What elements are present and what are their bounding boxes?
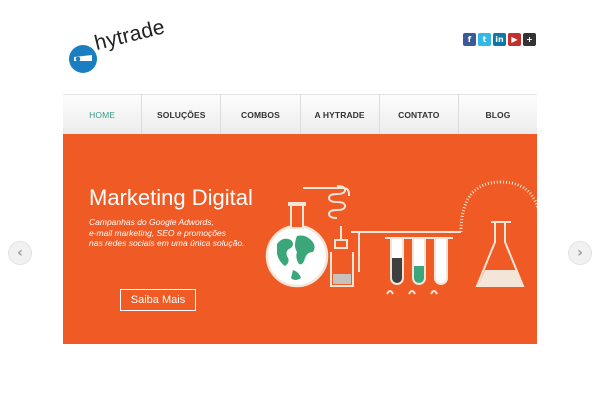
- slide-subtext-line: e-mail marketing, SEO e promoções: [89, 227, 226, 238]
- test-tubes: [385, 237, 453, 295]
- slider-prev-button[interactable]: ‹: [8, 241, 32, 265]
- saiba-mais-button[interactable]: Saiba Mais: [120, 289, 196, 311]
- logo-text: hytrade: [92, 15, 168, 56]
- linkedin-icon[interactable]: in: [493, 33, 506, 46]
- youtube-icon[interactable]: ▶: [508, 33, 521, 46]
- main-nav: HOME SOLUÇÕES COMBOS A HYTRADE CONTATO B…: [63, 94, 537, 135]
- slide-headline: Marketing Digital: [89, 185, 253, 210]
- more-icon[interactable]: +: [523, 33, 536, 46]
- twitter-icon[interactable]: t: [478, 33, 491, 46]
- lab-illustration: [265, 180, 537, 295]
- nav-home[interactable]: HOME: [63, 95, 143, 134]
- hero-slide: Marketing Digital Campanhas do Google Ad…: [63, 134, 537, 344]
- nav-contato[interactable]: CONTATO: [380, 95, 459, 134]
- slide-subtext-line: Campanhas do Google Adwords,: [89, 217, 214, 227]
- logo-mark-icon: [69, 45, 97, 73]
- logo[interactable]: hytrade: [68, 15, 168, 74]
- nav-a-hytrade[interactable]: A HYTRADE: [301, 95, 380, 134]
- slide-subtext: Campanhas do Google Adwords, e-mail mark…: [89, 217, 244, 249]
- nav-combos[interactable]: COMBOS: [221, 95, 301, 134]
- nav-blog[interactable]: BLOG: [459, 95, 537, 134]
- slider-next-button[interactable]: ›: [568, 241, 592, 265]
- facebook-icon[interactable]: f: [463, 33, 476, 46]
- nav-solucoes[interactable]: SOLUÇÕES: [142, 95, 222, 134]
- social-links: f t in ▶ +: [463, 33, 536, 46]
- slide-subtext-line: nas redes sociais em uma única solução.: [89, 238, 245, 248]
